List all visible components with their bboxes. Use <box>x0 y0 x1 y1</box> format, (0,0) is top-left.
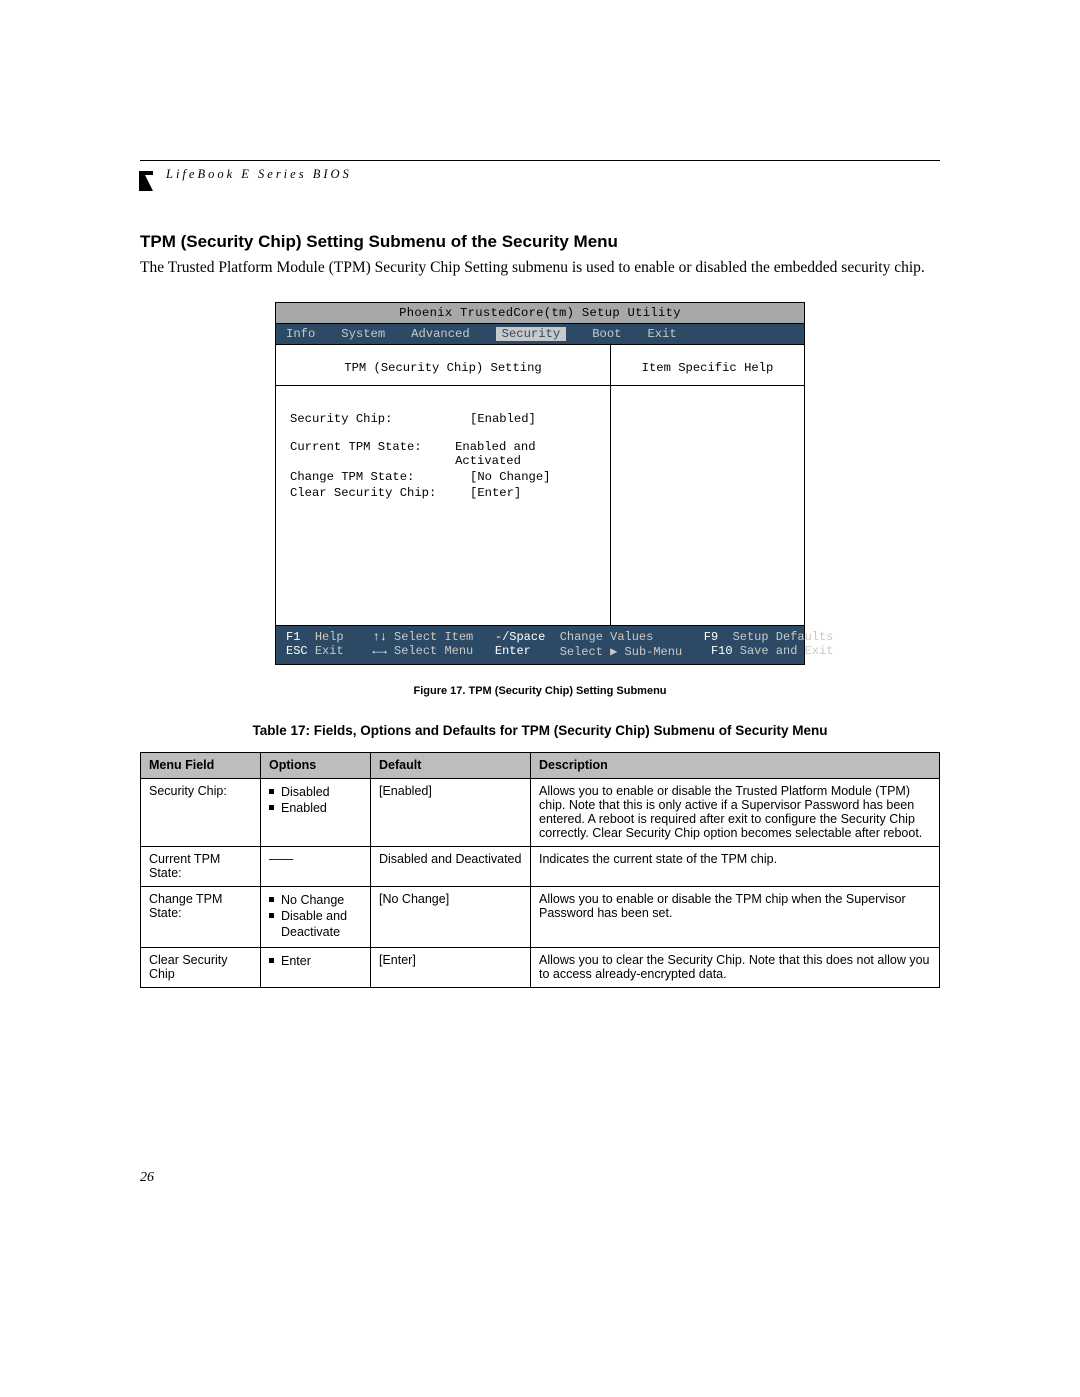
key-leftright: ←→ <box>372 644 386 659</box>
menu-boot[interactable]: Boot <box>592 327 621 341</box>
cell-options: No Change Disable and Deactivate <box>261 886 371 947</box>
field-value: [Enabled] <box>470 412 536 426</box>
field-change-tpm-state[interactable]: Change TPM State: [No Change] <box>290 470 596 484</box>
options-table: Menu Field Options Default Description S… <box>140 752 940 988</box>
hint-select-menu: Select Menu <box>394 644 473 659</box>
cell-field: Security Chip: <box>141 778 261 846</box>
col-description: Description <box>531 752 940 778</box>
option-item: Enabled <box>269 800 362 816</box>
field-value: [Enter] <box>470 486 521 500</box>
field-value: [No Change] <box>470 470 550 484</box>
bios-footer: F1 Help ↑↓ Select Item -/Space Change Va… <box>276 625 804 664</box>
key-f1: F1 <box>286 630 300 644</box>
header-corner-glyph <box>139 171 157 195</box>
menu-exit[interactable]: Exit <box>647 327 676 341</box>
option-item: Disable and Deactivate <box>269 908 362 941</box>
hint-change-values: Change Values <box>560 630 654 644</box>
intro-paragraph: The Trusted Platform Module (TPM) Securi… <box>140 258 940 278</box>
key-updown: ↑↓ <box>372 630 386 644</box>
field-label: Current TPM State: <box>290 440 455 468</box>
menu-info[interactable]: Info <box>286 327 315 341</box>
cell-field: Change TPM State: <box>141 886 261 947</box>
figure-caption: Figure 17. TPM (Security Chip) Setting S… <box>140 685 940 697</box>
cell-default: [Enter] <box>371 947 531 987</box>
table-row: Change TPM State: No Change Disable and … <box>141 886 940 947</box>
field-label: Security Chip: <box>290 412 470 426</box>
hint-exit: Exit <box>315 644 344 659</box>
cell-options: Disabled Enabled <box>261 778 371 846</box>
table-row: Current TPM State: —— Disabled and Deact… <box>141 846 940 886</box>
menu-security[interactable]: Security <box>496 327 567 341</box>
cell-default: [Enabled] <box>371 778 531 846</box>
menu-system[interactable]: System <box>341 327 385 341</box>
hint-help: Help <box>315 630 344 644</box>
table-caption: Table 17: Fields, Options and Defaults f… <box>140 723 940 738</box>
field-label: Change TPM State: <box>290 470 470 484</box>
menu-advanced[interactable]: Advanced <box>411 327 470 341</box>
field-clear-security-chip[interactable]: Clear Security Chip: [Enter] <box>290 486 596 500</box>
cell-description: Allows you to clear the Security Chip. N… <box>531 947 940 987</box>
option-item: Enter <box>269 953 362 969</box>
table-row: Clear Security Chip Enter [Enter] Allows… <box>141 947 940 987</box>
bios-titlebar: Phoenix TrustedCore(tm) Setup Utility <box>276 303 804 324</box>
hint-select-sub: Select ▶ Sub-Menu <box>560 644 682 659</box>
bios-panel: Phoenix TrustedCore(tm) Setup Utility In… <box>275 302 805 665</box>
cell-default: Disabled and Deactivated <box>371 846 531 886</box>
bios-help-pane: Item Specific Help <box>611 345 804 625</box>
field-security-chip[interactable]: Security Chip: [Enabled] <box>290 412 596 426</box>
field-value: Enabled and Activated <box>455 440 596 468</box>
bios-left-pane: TPM (Security Chip) Setting Security Chi… <box>276 345 611 625</box>
hint-select-item: Select Item <box>394 630 473 644</box>
option-item: No Change <box>269 892 362 908</box>
running-header: LifeBook E Series BIOS <box>166 167 940 182</box>
bios-help-title: Item Specific Help <box>611 353 804 386</box>
col-menu-field: Menu Field <box>141 752 261 778</box>
key-f10: F10 <box>711 644 733 659</box>
field-label: Clear Security Chip: <box>290 486 470 500</box>
key-esc: ESC <box>286 644 308 659</box>
cell-default: [No Change] <box>371 886 531 947</box>
key-minus-space: -/Space <box>495 630 545 644</box>
bios-submenu-title: TPM (Security Chip) Setting <box>276 353 610 386</box>
page-number: 26 <box>140 1170 154 1186</box>
hint-setup-defaults: Setup Defaults <box>733 630 834 644</box>
cell-description: Allows you to enable or disable the Trus… <box>531 778 940 846</box>
header-rule <box>140 160 940 161</box>
key-f9: F9 <box>704 630 718 644</box>
cell-field: Current TPM State: <box>141 846 261 886</box>
col-options: Options <box>261 752 371 778</box>
option-item: Disabled <box>269 784 362 800</box>
cell-options: —— <box>261 846 371 886</box>
field-current-tpm-state: Current TPM State: Enabled and Activated <box>290 440 596 468</box>
cell-options: Enter <box>261 947 371 987</box>
cell-field: Clear Security Chip <box>141 947 261 987</box>
table-row: Security Chip: Disabled Enabled [Enabled… <box>141 778 940 846</box>
bios-menubar: Info System Advanced Security Boot Exit <box>276 324 804 345</box>
hint-save-exit: Save and Exit <box>740 644 834 659</box>
cell-description: Indicates the current state of the TPM c… <box>531 846 940 886</box>
cell-description: Allows you to enable or disable the TPM … <box>531 886 940 947</box>
key-enter: Enter <box>495 644 531 659</box>
table-header-row: Menu Field Options Default Description <box>141 752 940 778</box>
col-default: Default <box>371 752 531 778</box>
section-title: TPM (Security Chip) Setting Submenu of t… <box>140 232 940 252</box>
